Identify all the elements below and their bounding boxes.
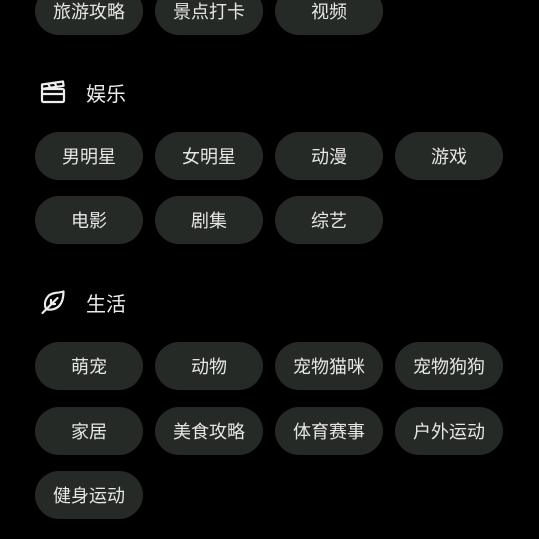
chip-scenic-checkin[interactable]: 景点打卡	[155, 0, 263, 35]
topic-row-travel: 旅游攻略 景点打卡 视频	[35, 0, 383, 35]
chip-outdoor-sports[interactable]: 户外运动	[395, 407, 503, 455]
chip-cute-pets[interactable]: 萌宠	[35, 342, 143, 390]
chip-pet-cats[interactable]: 宠物猫咪	[275, 342, 383, 390]
chip-anime[interactable]: 动漫	[275, 132, 383, 180]
topic-row-entertainment-1: 男明星 女明星 动漫 游戏	[35, 132, 503, 180]
chip-food-guide[interactable]: 美食攻略	[155, 407, 263, 455]
topic-row-life-2: 家居 美食攻略 体育赛事 户外运动	[35, 407, 503, 455]
chip-pet-dogs[interactable]: 宠物狗狗	[395, 342, 503, 390]
topic-row-entertainment-2: 电影 剧集 综艺	[35, 196, 383, 244]
section-header-life: 生活	[38, 286, 126, 318]
topic-picker-page: 旅游攻略 景点打卡 视频 娱乐 男明星 女明星 动漫 游戏 电影 剧集 综艺 生…	[0, 0, 539, 539]
chip-travel-guide[interactable]: 旅游攻略	[35, 0, 143, 35]
topic-row-life-3: 健身运动	[35, 471, 143, 519]
chip-sports-events[interactable]: 体育赛事	[275, 407, 383, 455]
chip-games[interactable]: 游戏	[395, 132, 503, 180]
chip-variety-show[interactable]: 综艺	[275, 196, 383, 244]
chip-movies[interactable]: 电影	[35, 196, 143, 244]
chip-fitness[interactable]: 健身运动	[35, 471, 143, 519]
section-title-entertainment: 娱乐	[86, 81, 126, 106]
chip-video[interactable]: 视频	[275, 0, 383, 35]
chip-male-star[interactable]: 男明星	[35, 132, 143, 180]
leaf-icon	[38, 287, 68, 317]
section-header-entertainment: 娱乐	[38, 76, 126, 108]
section-title-life: 生活	[86, 291, 126, 316]
topic-row-life-1: 萌宠 动物 宠物猫咪 宠物狗狗	[35, 342, 503, 390]
clapperboard-icon	[38, 77, 68, 107]
chip-animals[interactable]: 动物	[155, 342, 263, 390]
chip-series[interactable]: 剧集	[155, 196, 263, 244]
chip-home[interactable]: 家居	[35, 407, 143, 455]
chip-female-star[interactable]: 女明星	[155, 132, 263, 180]
